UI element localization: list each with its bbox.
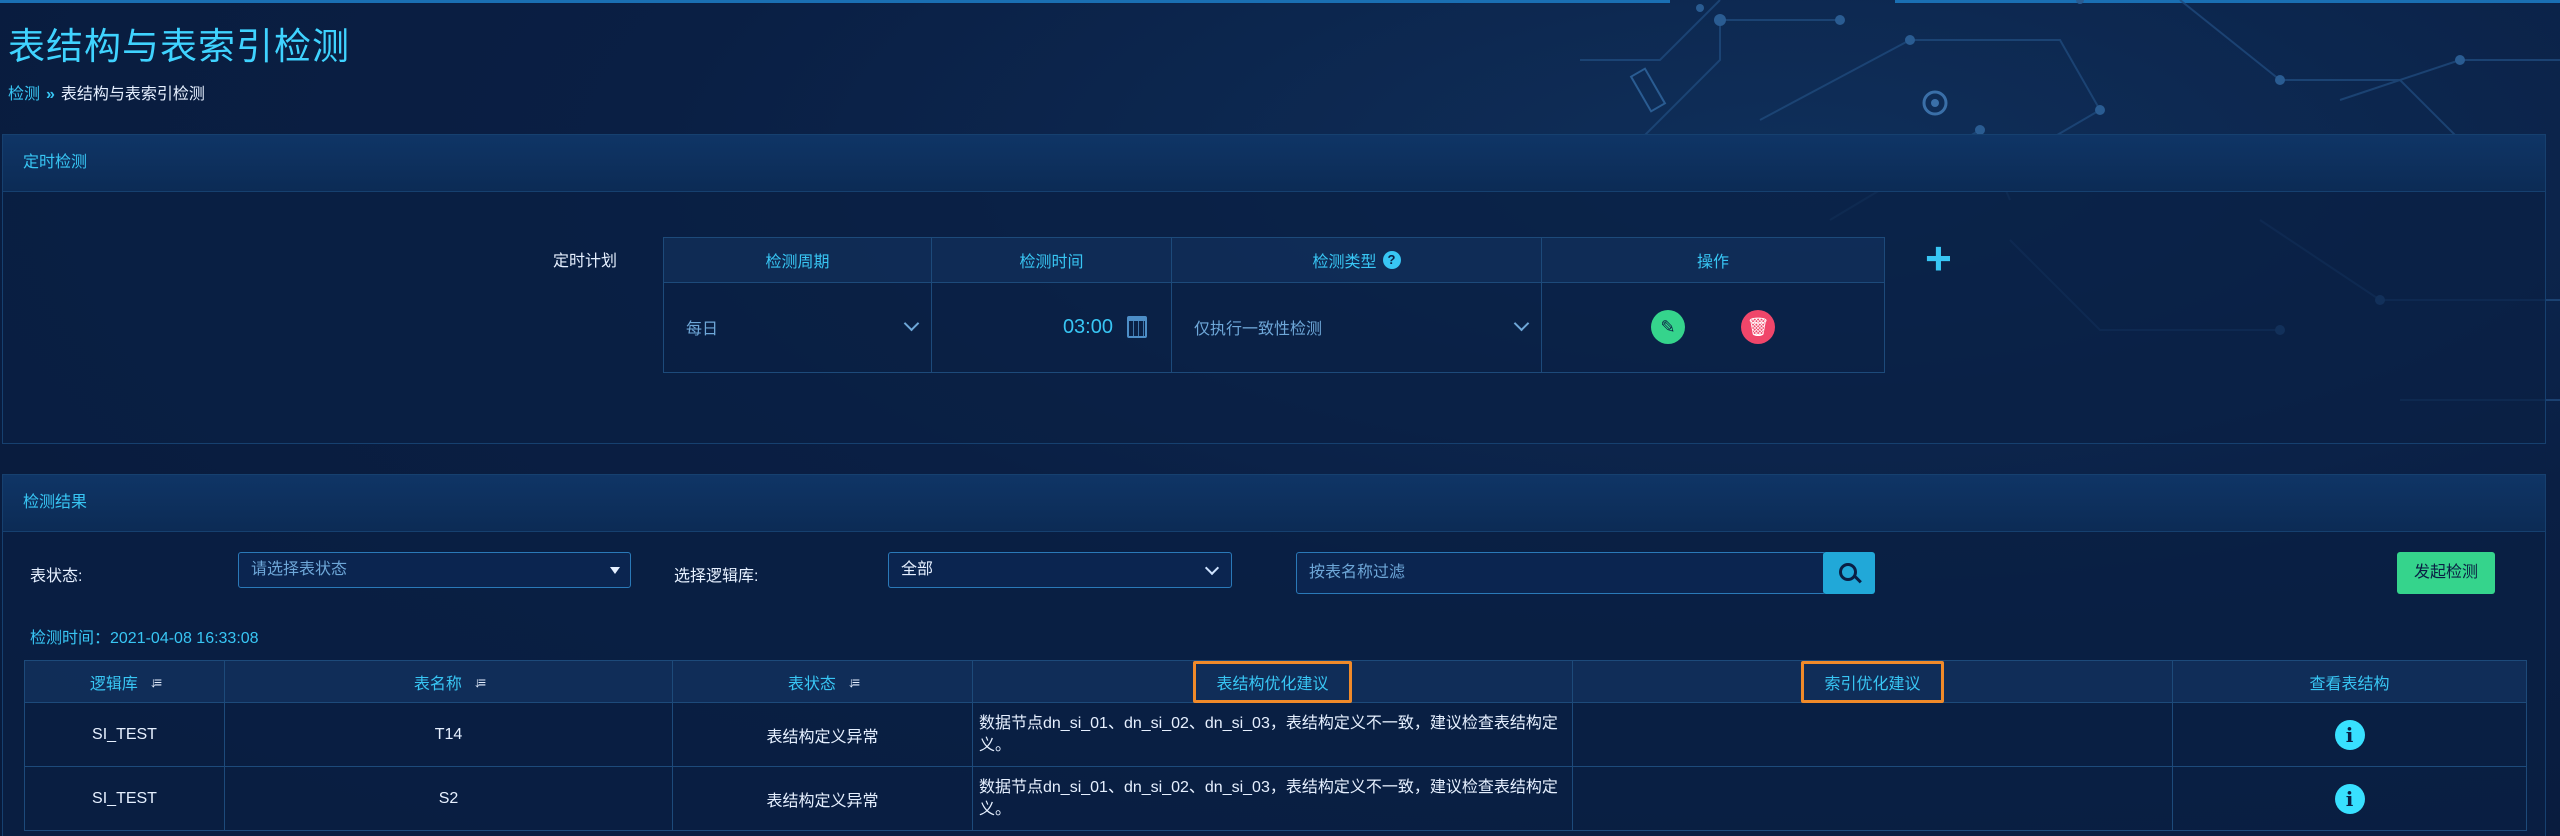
top-accent-line-right xyxy=(1895,0,2560,3)
chevron-down-icon xyxy=(903,315,920,332)
column-header-actions: 操作 xyxy=(1696,254,1729,271)
sort-icon[interactable]: ↓≡ xyxy=(848,674,860,690)
top-accent-line xyxy=(0,0,1670,3)
calendar-icon[interactable] xyxy=(1127,316,1147,338)
schedule-table-header: 检测周期 检测时间 检测类型? 操作 xyxy=(664,238,1884,283)
column-header-type: 检测类型? xyxy=(1172,238,1542,282)
scheduled-panel-title: 定时检测 xyxy=(3,135,2545,192)
cell-view-structure: i xyxy=(2173,767,2527,831)
cell-db: SI_TEST xyxy=(25,767,225,831)
column-header-time: 检测时间 xyxy=(932,238,1172,282)
logic-db-value: 全部 xyxy=(901,561,934,578)
highlight-index-advice: 索引优化建议 xyxy=(1801,660,1944,703)
cell-index-advice xyxy=(1573,703,2173,767)
info-icon[interactable]: i xyxy=(2334,719,2365,750)
edit-button[interactable]: ✎ xyxy=(1651,310,1685,344)
sort-icon[interactable]: ↓≡ xyxy=(150,674,162,690)
schedule-table: 检测周期 检测时间 检测类型? 操作 每日 03:00 仅执行一致性检测 ✎ 🗑 xyxy=(663,237,1885,373)
results-panel-title: 检测结果 xyxy=(3,475,2545,532)
column-header-db-label: 逻辑库 xyxy=(89,675,138,693)
cell-db: SI_TEST xyxy=(25,703,225,767)
period-select-value: 每日 xyxy=(686,321,719,338)
row-actions: ✎ 🗑 xyxy=(1542,282,1884,372)
help-icon[interactable]: ? xyxy=(1382,251,1401,269)
time-picker[interactable]: 03:00 xyxy=(932,282,1172,372)
info-icon[interactable]: i xyxy=(2334,783,2365,814)
schedule-row: 每日 03:00 仅执行一致性检测 ✎ 🗑 xyxy=(664,282,1884,372)
column-header-table-status[interactable]: 表状态 ↓≡ xyxy=(673,661,973,703)
cell-table-status: 表结构定义异常 xyxy=(673,767,973,831)
highlight-structure-advice: 表结构优化建议 xyxy=(1193,660,1352,703)
column-header-table-name-label: 表名称 xyxy=(413,675,462,693)
launch-detection-button[interactable]: 发起检测 xyxy=(2397,552,2495,594)
scheduled-detection-panel: 定时检测 定时计划 检测周期 检测时间 检测类型? 操作 每日 03:00 仅执… xyxy=(2,134,2546,444)
chevron-down-icon xyxy=(1204,560,1220,576)
column-header-table-name[interactable]: 表名称 ↓≡ xyxy=(225,661,673,703)
cell-structure-advice: 数据节点dn_si_01、dn_si_02、dn_si_03，表结构定义不一致，… xyxy=(973,703,1573,767)
column-header-view-structure: 查看表结构 xyxy=(2173,661,2527,703)
sort-icon[interactable]: ↓≡ xyxy=(474,674,486,690)
results-table-header: 逻辑库 ↓≡ 表名称 ↓≡ 表状态 ↓≡ 表结构优化建议 索引优化建议 查看表结构 xyxy=(25,660,2527,703)
cell-table-status: 表结构定义异常 xyxy=(673,703,973,767)
chevron-down-icon xyxy=(1513,315,1530,332)
column-header-table-status-label: 表状态 xyxy=(787,675,836,693)
delete-button[interactable]: 🗑 xyxy=(1741,310,1775,344)
breadcrumb: 检测 » 表结构与表索引检测 xyxy=(8,80,205,104)
cell-index-advice xyxy=(1573,767,2173,831)
breadcrumb-separator: » xyxy=(46,86,55,103)
results-table: 逻辑库 ↓≡ 表名称 ↓≡ 表状态 ↓≡ 表结构优化建议 索引优化建议 查看表结构 S… xyxy=(24,660,2527,831)
column-header-structure-advice: 表结构优化建议 xyxy=(973,660,1573,703)
period-select[interactable]: 每日 xyxy=(664,282,932,372)
column-header-period: 检测周期 xyxy=(664,238,932,282)
search-button[interactable] xyxy=(1823,552,1875,594)
column-header-type-label: 检测类型 xyxy=(1312,254,1377,271)
table-status-placeholder: 请选择表状态 xyxy=(251,561,348,578)
breadcrumb-parent-link[interactable]: 检测 xyxy=(8,86,40,103)
breadcrumb-current: 表结构与表索引检测 xyxy=(60,86,205,103)
cell-structure-advice: 数据节点dn_si_01、dn_si_02、dn_si_03，表结构定义不一致，… xyxy=(973,767,1573,831)
add-schedule-button[interactable]: + xyxy=(1925,235,1952,281)
schedule-plan-label: 定时计划 xyxy=(553,253,618,270)
page-title: 表结构与表索引检测 xyxy=(8,26,350,67)
search-placeholder: 按表名称过滤 xyxy=(1309,564,1406,581)
logic-db-select[interactable]: 全部 xyxy=(888,552,1232,588)
caret-down-icon xyxy=(610,567,620,574)
type-select-value: 仅执行一致性检测 xyxy=(1194,321,1323,338)
cell-table-name: T14 xyxy=(225,703,673,767)
column-header-index-advice: 索引优化建议 xyxy=(1573,660,2173,703)
table-status-label: 表状态: xyxy=(30,568,83,585)
time-value: 03:00 xyxy=(1062,315,1113,338)
column-header-db[interactable]: 逻辑库 ↓≡ xyxy=(25,661,225,703)
table-status-select[interactable]: 请选择表状态 xyxy=(238,552,631,588)
check-time: 检测时间：2021-04-08 16:33:08 xyxy=(30,630,259,647)
table-row: SI_TEST S2 表结构定义异常 数据节点dn_si_01、dn_si_02… xyxy=(25,767,2527,831)
table-row: SI_TEST T14 表结构定义异常 数据节点dn_si_01、dn_si_0… xyxy=(25,703,2527,767)
cell-table-name: S2 xyxy=(225,767,673,831)
logic-db-label: 选择逻辑库: xyxy=(674,568,759,585)
table-name-search-input[interactable]: 按表名称过滤 xyxy=(1296,552,1826,594)
cell-view-structure: i xyxy=(2173,703,2527,767)
type-select[interactable]: 仅执行一致性检测 xyxy=(1172,282,1542,372)
